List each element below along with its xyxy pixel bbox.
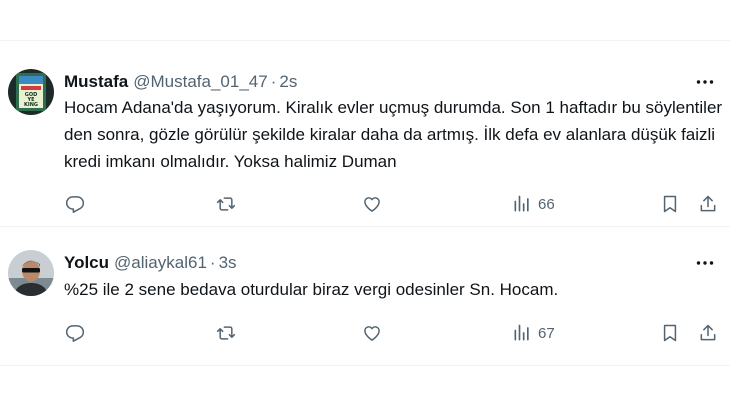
user-name[interactable]: Mustafa bbox=[64, 72, 128, 92]
avatar[interactable]: GOD YE KING bbox=[8, 69, 54, 115]
tweet-text: Hocam Adana'da yaşıyorum. Kiralık evler … bbox=[64, 98, 723, 171]
share-icon bbox=[700, 195, 716, 212]
user-handle[interactable]: @Mustafa_01_47 bbox=[133, 72, 267, 92]
top-divider bbox=[0, 40, 730, 41]
retweet-icon bbox=[216, 197, 236, 211]
reply-icon bbox=[65, 196, 85, 213]
tweet[interactable]: Yolcu @aliaykal61 · 3s %25 ile 2 sene be… bbox=[0, 236, 730, 366]
user-handle[interactable]: @aliaykal61 bbox=[114, 253, 207, 273]
tweet-text: %25 ile 2 sene bedava oturdular biraz ve… bbox=[64, 280, 559, 299]
views-button[interactable]: 66 bbox=[512, 192, 555, 216]
views-count: 66 bbox=[538, 195, 555, 213]
tweet-header: Mustafa @Mustafa_01_47 · 2s bbox=[64, 70, 297, 94]
like-icon bbox=[364, 326, 380, 341]
like-icon bbox=[364, 197, 380, 212]
reply-button[interactable] bbox=[65, 321, 85, 345]
retweet-icon bbox=[216, 326, 236, 340]
reply-button[interactable] bbox=[65, 192, 85, 216]
views-button[interactable]: 67 bbox=[512, 321, 555, 345]
user-name[interactable]: Yolcu bbox=[64, 253, 109, 273]
reply-icon bbox=[65, 325, 85, 342]
bookmark-button[interactable] bbox=[660, 321, 680, 345]
bookmark-icon bbox=[663, 324, 677, 342]
views-count: 67 bbox=[538, 324, 555, 342]
like-button[interactable] bbox=[362, 321, 382, 345]
tweet[interactable]: GOD YE KING Mustafa @Mustafa_01_47 · 2s … bbox=[0, 55, 730, 227]
tweet-header: Yolcu @aliaykal61 · 3s bbox=[64, 251, 237, 275]
avatar-text-3: KING bbox=[24, 102, 38, 108]
views-icon bbox=[514, 195, 529, 212]
bookmark-button[interactable] bbox=[660, 192, 680, 216]
timestamp[interactable]: 2s bbox=[279, 72, 297, 92]
share-button[interactable] bbox=[698, 192, 718, 216]
more-icon[interactable] bbox=[694, 71, 716, 93]
timestamp[interactable]: 3s bbox=[219, 253, 237, 273]
retweet-button[interactable] bbox=[216, 321, 236, 345]
like-button[interactable] bbox=[362, 192, 382, 216]
retweet-button[interactable] bbox=[216, 192, 236, 216]
action-bar: 66 bbox=[64, 192, 724, 216]
share-button[interactable] bbox=[698, 321, 718, 345]
more-icon[interactable] bbox=[694, 252, 716, 274]
avatar[interactable] bbox=[8, 250, 54, 296]
action-bar: 67 bbox=[64, 321, 724, 345]
views-icon bbox=[514, 324, 529, 341]
separator-dot: · bbox=[270, 72, 277, 91]
separator-dot: · bbox=[209, 253, 216, 272]
share-icon bbox=[700, 324, 716, 341]
bookmark-icon bbox=[663, 195, 677, 213]
